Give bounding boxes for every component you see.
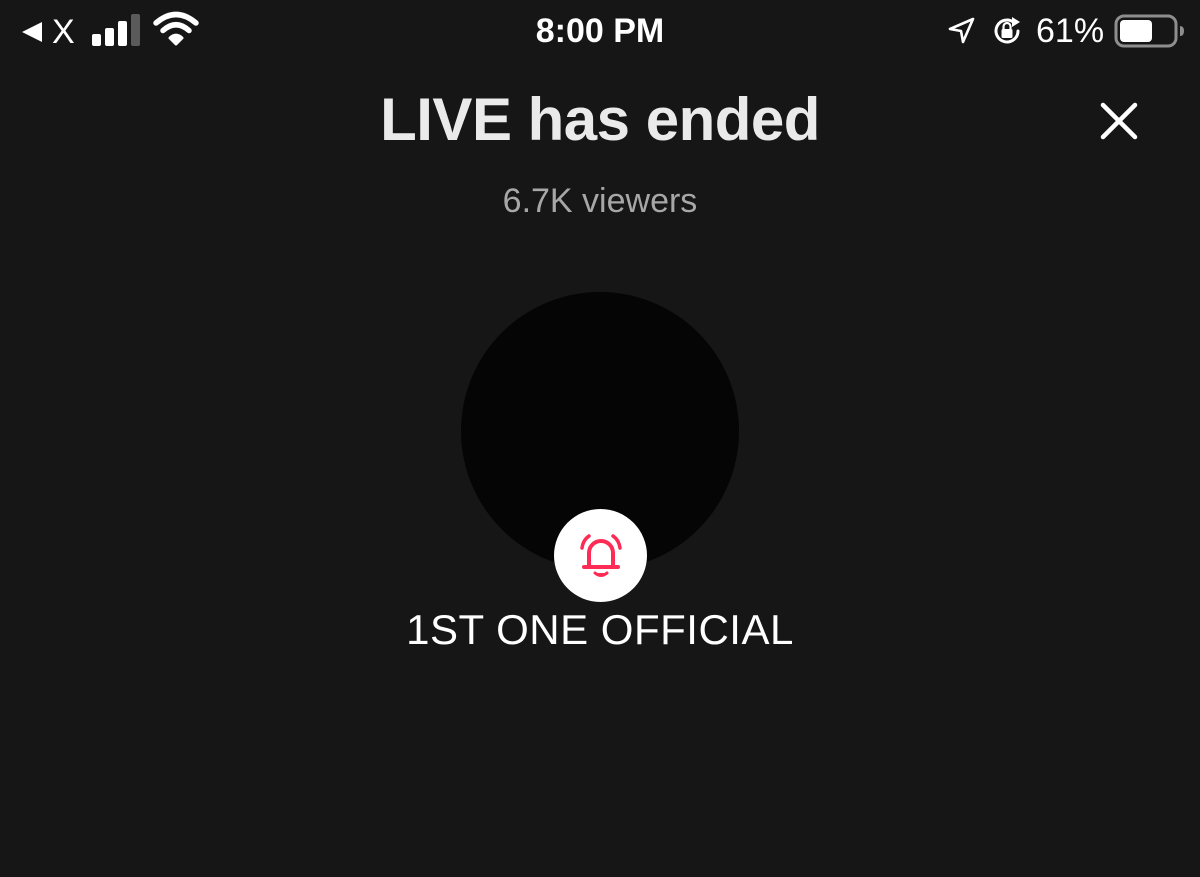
signal-icon — [92, 14, 140, 46]
back-arrow-icon — [22, 22, 42, 42]
back-app-label: X — [52, 13, 75, 51]
page-title: LIVE has ended — [380, 86, 820, 153]
live-ended-screen: X 8:00 PM 61% LIVE has ended 6.7K viewer… — [0, 0, 1200, 877]
close-button[interactable] — [1094, 96, 1144, 146]
host-username: 1ST ONE OFFICIAL — [406, 606, 794, 653]
close-icon — [1100, 102, 1138, 140]
location-icon — [948, 17, 975, 44]
battery-percent: 61% — [1036, 12, 1105, 50]
rotation-lock-icon — [994, 17, 1020, 44]
wifi-icon — [153, 11, 199, 46]
notify-button[interactable] — [554, 509, 647, 602]
battery-icon — [1114, 14, 1184, 48]
viewer-count: 6.7K viewers — [502, 182, 698, 220]
back-to-app-button[interactable]: X — [20, 12, 75, 52]
bell-icon — [579, 533, 622, 577]
status-bar: X 8:00 PM 61% — [0, 0, 1200, 62]
